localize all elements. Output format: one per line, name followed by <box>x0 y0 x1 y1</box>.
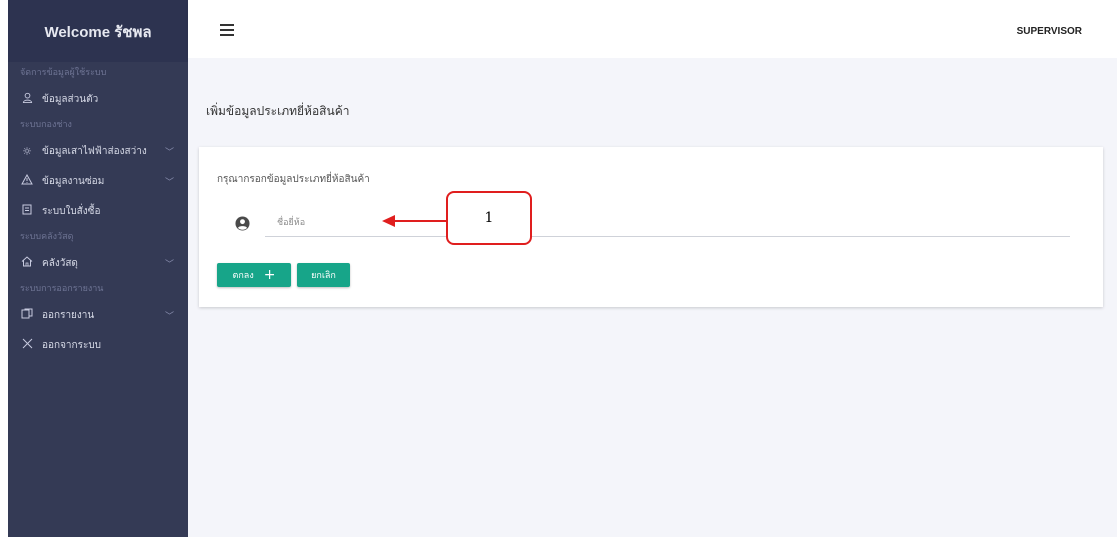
document-icon <box>20 204 34 218</box>
annotation-callout: 1 <box>446 191 532 245</box>
chevron-down-icon: ﹀ <box>164 311 174 322</box>
sidebar-welcome: Welcome รัชพล <box>8 0 188 62</box>
chevron-down-icon: ﹀ <box>164 147 174 158</box>
sidebar-section-reports: ระบบการออกรายงาน <box>20 284 104 294</box>
sidebar-section-user-management: จัดการข้อมูลผู้ใช้ระบบ <box>20 68 107 78</box>
sidebar-item-label: ออกจากระบบ <box>42 339 102 351</box>
page-title: เพิ่มข้อมูลประเภทยี่ห้อสินค้า <box>206 104 350 118</box>
ok-button-label: ตกลง <box>232 271 254 281</box>
main-content: เพิ่มข้อมูลประเภทยี่ห้อสินค้า กรุณากรอกข… <box>188 58 1117 537</box>
cancel-button[interactable]: ยกเลิก <box>297 263 350 287</box>
ok-button[interactable]: ตกลง + <box>217 263 291 287</box>
sidebar: Welcome รัชพล จัดการข้อมูลผู้ใช้ระบบ ข้อ… <box>8 0 188 537</box>
sidebar-item-profile[interactable]: ข้อมูลส่วนตัว <box>8 84 188 114</box>
plus-icon: + <box>263 267 276 283</box>
close-icon <box>20 338 34 352</box>
sidebar-item-streetlights[interactable]: ☼ ข้อมูลเสาไฟฟ้าส่องสว่าง ﹀ <box>8 136 188 166</box>
sidebar-item-warehouse[interactable]: คลังวัสดุ ﹀ <box>8 248 188 278</box>
annotation-number: 1 <box>484 210 494 226</box>
sidebar-item-label: ระบบใบสั่งซื้อ <box>42 205 101 217</box>
top-bar: SUPERVISOR <box>188 0 1117 58</box>
sidebar-item-label: คลังวัสดุ <box>42 257 78 269</box>
sidebar-item-purchase-orders[interactable]: ระบบใบสั่งซื้อ <box>8 196 188 226</box>
chevron-down-icon: ﹀ <box>164 259 174 270</box>
warning-icon <box>20 173 34 188</box>
sidebar-item-label: ข้อมูลเสาไฟฟ้าส่องสว่าง <box>42 145 147 157</box>
sidebar-item-label: ข้อมูลงานซ่อม <box>42 175 105 187</box>
report-icon <box>20 308 34 322</box>
brand-form-card: กรุณากรอกข้อมูลประเภทยี่ห้อสินค้า ตกลง +… <box>199 147 1103 307</box>
sidebar-item-logout[interactable]: ออกจากระบบ <box>8 330 188 360</box>
hamburger-icon[interactable] <box>220 24 234 36</box>
annotation-arrow <box>382 215 448 227</box>
sidebar-item-reports[interactable]: ออกรายงาน ﹀ <box>8 300 188 330</box>
chevron-down-icon: ﹀ <box>164 177 174 188</box>
sun-icon: ☼ <box>22 144 32 158</box>
user-icon <box>20 92 34 106</box>
home-icon <box>20 256 34 270</box>
user-role-label[interactable]: SUPERVISOR <box>1017 26 1082 37</box>
sidebar-item-repairs[interactable]: ข้อมูลงานซ่อม ﹀ <box>8 166 188 196</box>
sidebar-section-engineering: ระบบกองช่าง <box>20 120 72 130</box>
sidebar-section-warehouse: ระบบคลังวัสดุ <box>20 232 74 242</box>
sidebar-item-label: ข้อมูลส่วนตัว <box>42 93 99 105</box>
form-instruction: กรุณากรอกข้อมูลประเภทยี่ห้อสินค้า <box>217 174 370 185</box>
account-circle-icon <box>235 216 250 231</box>
sidebar-item-label: ออกรายงาน <box>42 309 95 321</box>
cancel-button-label: ยกเลิก <box>311 271 336 281</box>
